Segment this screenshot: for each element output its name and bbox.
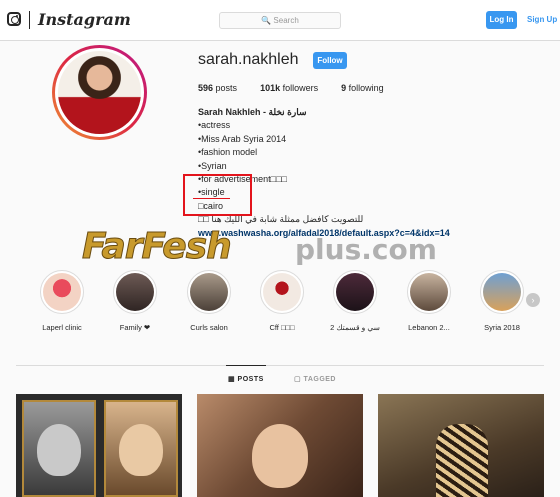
chevron-right-icon[interactable]: › [526, 293, 540, 307]
watermark-suffix: plus.com [295, 233, 437, 266]
highlight-label: Lebanon 2... [408, 323, 450, 332]
following-stat[interactable]: 9 following [341, 83, 384, 93]
bio-line: •fashion model [198, 147, 258, 158]
site-watermark: FarFesh plus.com [82, 226, 482, 270]
tab-posts[interactable]: ▦ POSTS [228, 375, 264, 383]
post-thumbnail[interactable] [378, 394, 544, 497]
highlight-cover [43, 273, 81, 311]
active-tab-indicator [226, 365, 266, 366]
watermark-brand: FarFesh [82, 226, 233, 268]
highlight-cover [410, 273, 448, 311]
top-navigation-bar: Instagram 🔍 Search Log In Sign Up [0, 0, 560, 41]
tabs-divider [16, 365, 544, 366]
profile-username: sarah.nakhleh [198, 51, 299, 68]
post-thumbnail[interactable] [16, 394, 182, 497]
bio-full-name: Sarah Nakhleh - سارة نخلة [198, 107, 307, 117]
search-input[interactable]: 🔍 Search [219, 12, 341, 29]
posts-stat: 596 posts [198, 83, 238, 93]
instagram-camera-icon[interactable] [7, 12, 21, 26]
highlight-cover [263, 273, 301, 311]
post-photo [436, 424, 488, 497]
profile-avatar[interactable] [52, 45, 147, 140]
annotation-underline [193, 198, 230, 199]
follow-button[interactable]: Follow [313, 52, 347, 69]
bio-line: •actress [198, 120, 231, 131]
story-highlights: Laperl clinic Family ❤ Curls salon Cff □… [0, 268, 560, 338]
sign-up-link[interactable]: Sign Up [527, 15, 557, 24]
highlight-label: Syria 2018 [484, 323, 520, 332]
followers-stat[interactable]: 101k followers [260, 83, 318, 93]
highlight-cover [190, 273, 228, 311]
post-thumbnail[interactable] [197, 394, 363, 497]
log-in-button[interactable]: Log In [486, 11, 517, 29]
highlight-cover [483, 273, 521, 311]
highlight-item[interactable]: 2 سي و قسمتك [320, 270, 390, 332]
annotation-highlight-box [183, 174, 252, 216]
highlight-label: Cff □□□ [269, 323, 295, 332]
logo-divider [29, 11, 30, 29]
post-photo [22, 400, 96, 497]
highlight-item[interactable]: Curls salon [174, 270, 244, 332]
instagram-wordmark[interactable]: Instagram [38, 10, 131, 29]
highlight-cover [336, 273, 374, 311]
profile-stats: 596 posts 101k followers 9 following [198, 83, 384, 93]
highlight-item[interactable]: Lebanon 2... [394, 270, 464, 332]
bio-line: •Syrian [198, 160, 227, 171]
highlight-label: 2 سي و قسمتك [330, 323, 380, 332]
highlight-cover [116, 273, 154, 311]
bio-line: •Miss Arab Syria 2014 [198, 133, 287, 144]
avatar-photo [58, 51, 141, 134]
highlight-label: Laperl clinic [42, 323, 82, 332]
highlight-item[interactable]: Family ❤ [100, 270, 170, 332]
highlight-label: Curls salon [190, 323, 228, 332]
tab-tagged[interactable]: ▢ TAGGED [294, 375, 336, 383]
highlight-label: Family ❤ [119, 323, 151, 332]
post-photo [104, 400, 178, 497]
post-photo [252, 424, 308, 488]
highlight-item[interactable]: Cff □□□ [247, 270, 317, 332]
highlight-item[interactable]: Laperl clinic [27, 270, 97, 332]
